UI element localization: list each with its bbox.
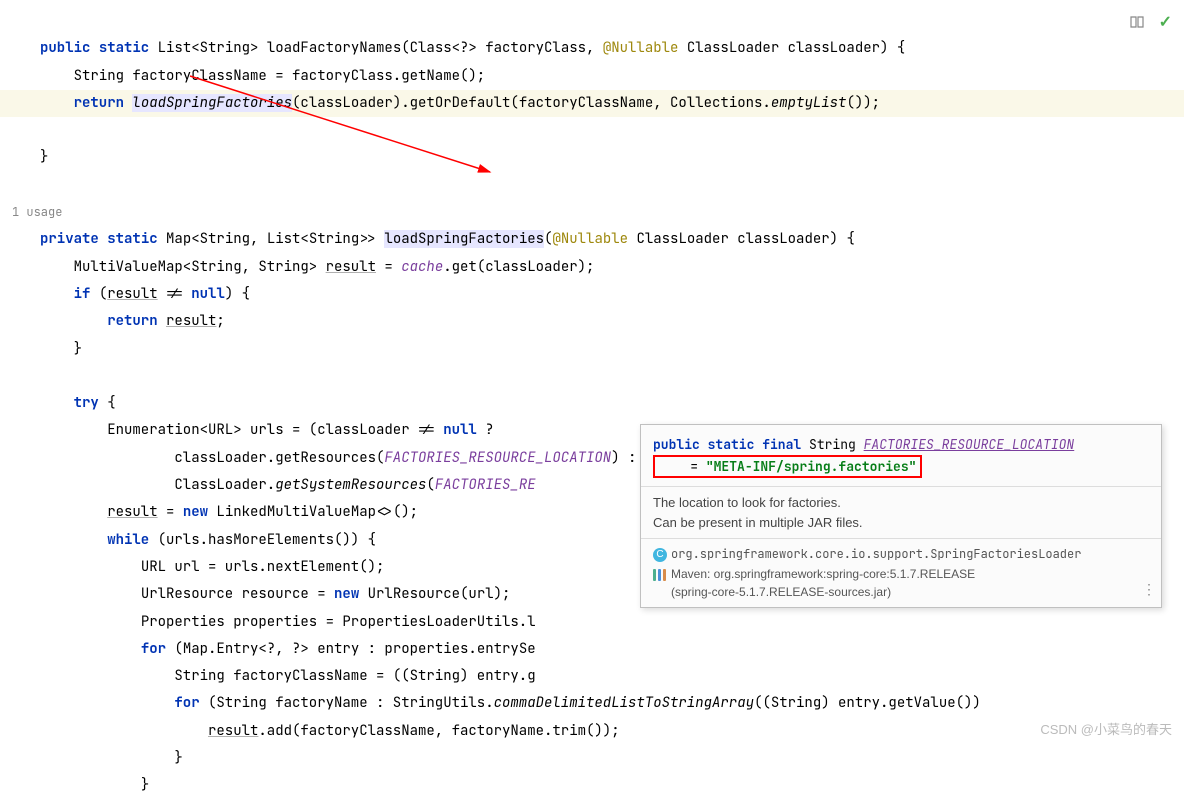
variable: result [107,503,157,521]
string-literal: "META-INF/spring.factories" [706,458,917,475]
usage-hint[interactable]: 1 usage [12,204,62,220]
return-type: Map<String, List<String>> [166,230,384,248]
variable: result [107,285,157,303]
call-chain: (classLoader).getOrDefault(factoryClassN… [292,94,771,112]
highlight-box: = "META-INF/spring.factories" [653,455,922,479]
variable: result [326,258,376,276]
library-jar: (spring-core-5.1.7.RELEASE-sources.jar) [671,583,1149,601]
code-editor[interactable]: public static List<String> loadFactoryNa… [0,0,1184,808]
statement: String factoryClassName = factoryClass.g… [74,67,486,85]
statement: Properties properties = PropertiesLoader… [141,613,536,631]
variable: result [166,312,216,330]
quick-doc-location: Corg.springframework.core.io.support.Spr… [641,539,1161,607]
annotation: @Nullable [603,39,679,57]
brace: } [40,148,48,166]
keyword-static: static [99,39,149,57]
quick-doc-signature: public static final String FACTORIES_RES… [641,425,1161,487]
quick-doc-popup[interactable]: public static final String FACTORIES_RES… [640,424,1162,608]
library-icon [653,569,667,581]
statement: Enumeration<URL> urls = (classLoader != [107,421,443,439]
static-method: getSystemResources [275,476,426,494]
static-method: commaDelimitedListToStringArray [494,694,754,712]
class-icon: C [653,548,667,562]
call: classLoader.getResources( [174,449,384,467]
keyword-for: for [174,694,199,712]
library-name: Maven: org.springframework:spring-core:5… [671,567,975,581]
keyword-private: private [40,230,99,248]
keyword-null: null [191,285,225,303]
keyword-return: return [74,94,124,112]
params: ClassLoader classLoader) { [678,39,905,57]
keyword-public: public [40,39,90,57]
keyword-new: new [334,585,359,603]
keyword-try: try [74,394,99,412]
field-ref: cache [401,258,443,276]
variable: result [208,722,258,740]
method-call-highlighted[interactable]: loadSpringFactories [132,94,292,112]
brace: } [174,749,182,767]
end: ()); [846,94,880,112]
brace: } [141,776,149,794]
keyword-new: new [183,503,208,521]
method-name-highlighted[interactable]: loadSpringFactories [384,230,544,248]
static-method: emptyList [771,94,847,112]
keyword-if: if [74,285,91,303]
constant-name: FACTORIES_RESOURCE_LOCATION [864,436,1075,453]
statement: String factoryClassName = ((String) entr… [174,667,535,685]
brace: } [74,340,82,358]
keyword-static: static [107,230,157,248]
statement: UrlResource resource = [141,585,334,603]
class-ref: ClassLoader. [174,476,275,494]
more-actions-icon[interactable]: ⋮ [1142,580,1155,601]
constant-ref[interactable]: FACTORIES_RESOURCE_LOCATION [384,449,611,467]
params: ClassLoader classLoader) { [628,230,855,248]
statement: URL url = urls.nextElement(); [141,558,385,576]
annotation: @Nullable [552,230,628,248]
keyword-for: for [141,640,166,658]
quick-doc-description: The location to look for factories. Can … [641,487,1161,539]
constant-ref[interactable]: FACTORIES_RE [435,476,536,494]
type-decl: MultiValueMap<String, String> [74,258,326,276]
method-signature: List<String> loadFactoryNames(Class<?> f… [158,39,603,57]
keyword-while: while [107,531,149,549]
watermark: CSDN @小菜鸟的春天 [1040,717,1172,742]
class-fqn[interactable]: org.springframework.core.io.support.Spri… [671,546,1081,562]
keyword-return: return [107,312,157,330]
